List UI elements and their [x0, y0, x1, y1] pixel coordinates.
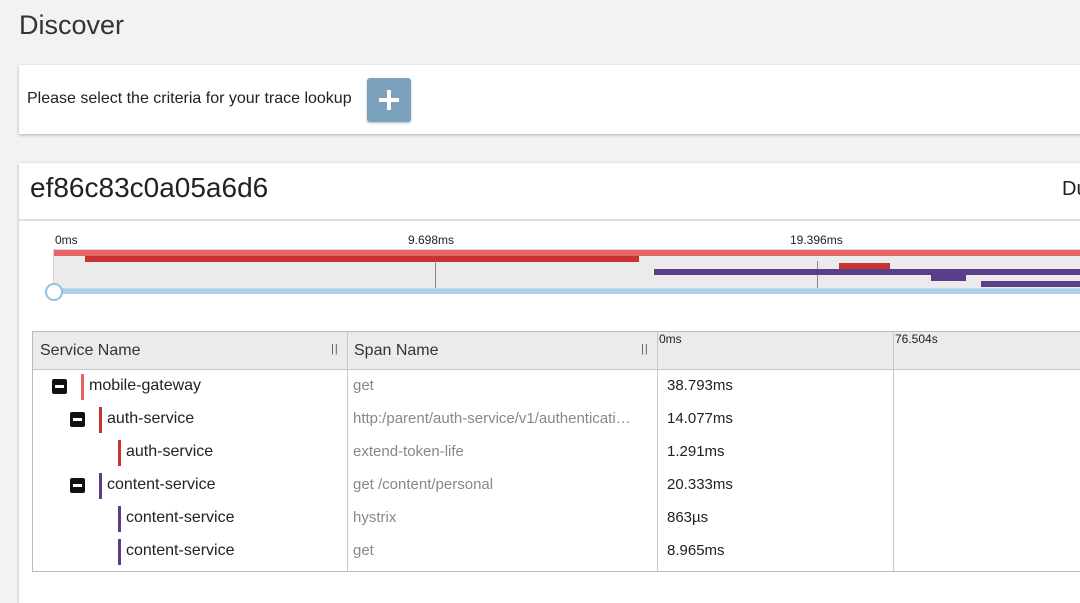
timeline-end-label: 76.504s — [895, 332, 938, 346]
minimap-tick — [817, 261, 818, 288]
column-resize-icon[interactable]: || — [331, 343, 339, 355]
table-header: Service Name || Span Name || 0ms 76.504s — [33, 332, 1080, 370]
service-color-bar — [118, 539, 121, 565]
span-duration: 863µs — [667, 509, 709, 526]
service-name: content-service — [107, 476, 216, 493]
table-row[interactable]: mobile-gateway get 38.793ms — [33, 370, 1080, 403]
span-name: get — [353, 377, 374, 394]
trace-id: ef86c83c0a05a6d6 — [30, 172, 269, 203]
service-name: mobile-gateway — [89, 377, 202, 394]
minimap-span-bar — [85, 256, 639, 262]
timeline-tick-label: 0ms — [55, 233, 78, 247]
column-header-service[interactable]: Service Name || — [33, 332, 347, 369]
table-row[interactable]: auth-service http:/parent/auth-service/v… — [33, 403, 1080, 436]
minimap-span-bar — [981, 281, 1080, 287]
collapse-icon[interactable] — [52, 379, 67, 394]
span-duration: 38.793ms — [667, 377, 733, 394]
service-name: content-service — [126, 542, 235, 559]
span-name: http:/parent/auth-service/v1/authenticat… — [353, 410, 631, 427]
trace-header: ef86c83c0a05a6d6 Du — [19, 163, 1080, 221]
service-name: content-service — [126, 509, 235, 526]
span-duration: 1.291ms — [667, 443, 725, 460]
timeline-scrubber[interactable] — [53, 289, 1080, 294]
span-table: Service Name || Span Name || 0ms 76.504s… — [32, 331, 1080, 572]
table-row[interactable]: content-service get 8.965ms — [33, 535, 1080, 568]
plus-icon — [367, 78, 411, 122]
service-color-bar — [81, 374, 84, 400]
span-name: extend-token-life — [353, 443, 464, 460]
service-name: auth-service — [126, 443, 214, 460]
table-row[interactable]: auth-service extend-token-life 1.291ms — [33, 436, 1080, 469]
span-name: hystrix — [353, 509, 397, 526]
criteria-panel: Please select the criteria for your trac… — [19, 65, 1080, 134]
table-row[interactable]: content-service hystrix 863µs — [33, 502, 1080, 535]
span-name: get — [353, 542, 374, 559]
add-criteria-button[interactable] — [367, 78, 411, 122]
span-name: get /content/personal — [353, 476, 494, 493]
service-color-bar — [118, 440, 121, 466]
service-name: auth-service — [107, 410, 195, 427]
service-color-bar — [99, 473, 102, 499]
span-duration: 8.965ms — [667, 542, 725, 559]
table-row[interactable]: content-service get /content/personal 20… — [33, 469, 1080, 502]
span-duration: 14.077ms — [667, 410, 733, 427]
collapse-icon[interactable] — [70, 478, 85, 493]
minimap-span-bar — [931, 275, 966, 281]
service-color-bar — [118, 506, 121, 532]
scrubber-handle[interactable] — [45, 283, 63, 301]
timeline-tick-label: 19.396ms — [790, 233, 843, 247]
span-duration: 20.333ms — [667, 476, 733, 493]
column-header-span[interactable]: Span Name || — [347, 332, 657, 369]
minimap-span-bar — [654, 269, 1080, 275]
timeline-start-label: 0ms — [659, 332, 682, 346]
trace-panel: ef86c83c0a05a6d6 Du 0ms 9.698ms 19.396ms… — [19, 163, 1080, 603]
timeline-tick-label: 9.698ms — [408, 233, 455, 247]
service-color-bar — [99, 407, 102, 433]
trace-minimap[interactable] — [53, 249, 1080, 289]
trace-duration-label: Du — [1062, 178, 1080, 200]
minimap-tick — [435, 261, 436, 288]
column-resize-icon[interactable]: || — [641, 343, 649, 355]
criteria-prompt: Please select the criteria for your trac… — [27, 90, 352, 107]
page-title: Discover — [19, 10, 125, 40]
collapse-icon[interactable] — [70, 412, 85, 427]
